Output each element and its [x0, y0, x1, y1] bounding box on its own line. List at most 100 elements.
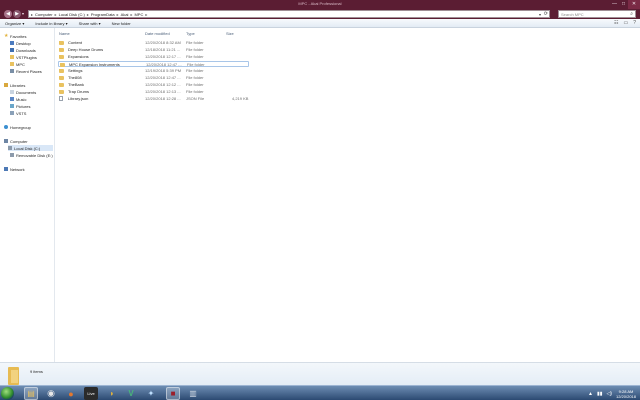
breadcrumb-separator-icon[interactable]: ▸ [55, 12, 57, 17]
folder-icon [10, 55, 14, 59]
file-date: 12/20/2018 12:47 ... [145, 75, 181, 80]
search-icon[interactable]: ⌕ [630, 11, 633, 17]
file-row[interactable]: Library.json 12/20/2018 12:28 ... JSON F… [58, 96, 249, 102]
address-dropdown-chevron-icon[interactable]: ▾ [539, 12, 541, 17]
command-bar: Organize ▾ Include in library ▾ Share wi… [0, 19, 640, 28]
libraries-icon [4, 83, 8, 87]
show-hidden-icons-icon[interactable]: ▲ [588, 391, 593, 397]
details-pane: 9 items [0, 362, 640, 385]
refresh-icon[interactable]: ⟳ [544, 11, 548, 17]
volume-icon[interactable]: ◁) [606, 391, 612, 397]
taskbar-app-firefox[interactable]: ● [64, 387, 78, 400]
folder-icon [59, 83, 64, 87]
breadcrumb-separator-icon[interactable]: ▸ [87, 12, 89, 17]
sidebar-section-favorites[interactable]: ★ Favorites [4, 33, 26, 39]
share-with-button[interactable]: Share with ▾ [79, 21, 101, 26]
taskbar-app-live[interactable]: Live [84, 387, 98, 400]
file-row[interactable]: Trap Drums 12/20/2018 12:13 ... File fol… [58, 89, 249, 95]
breadcrumb-akai[interactable]: Akai [121, 12, 129, 17]
folder-icon [60, 63, 65, 67]
taskbar-app-vs[interactable]: V [124, 387, 138, 400]
sidebar-section-homegroup[interactable]: Homegroup [4, 124, 31, 130]
file-type: JSON File [186, 96, 205, 101]
sidebar-section-network[interactable]: Network [4, 166, 25, 172]
file-row[interactable]: Settings 12/19/2018 5:39 PM File folder [58, 68, 249, 74]
folder-icon [10, 62, 14, 66]
breadcrumb-separator-icon[interactable]: ▸ [145, 12, 147, 17]
preview-pane-icon[interactable]: ▭ [623, 20, 628, 26]
breadcrumb-separator-icon[interactable]: ▸ [117, 12, 119, 17]
start-button[interactable] [1, 387, 14, 400]
search-box[interactable]: ⌕ [558, 10, 636, 18]
file-row[interactable]: The808 12/20/2018 12:47 ... File folder [58, 75, 249, 81]
network-icon[interactable]: ▮▮ [597, 391, 603, 397]
file-name: Library.json [68, 96, 89, 101]
organize-button[interactable]: Organize ▾ [5, 21, 24, 26]
sidebar-item-pictures[interactable]: Pictures [10, 103, 30, 109]
sidebar-item-local-disk[interactable]: Local Disk (C:) [8, 145, 53, 151]
column-header-name[interactable]: Name [59, 31, 70, 36]
window-controls: — □ ✕ [610, 0, 640, 9]
breadcrumb-separator-icon[interactable]: ▸ [130, 12, 132, 17]
sidebar-item-recent-places[interactable]: Recent Places [10, 68, 42, 74]
search-input[interactable] [559, 11, 627, 17]
back-button[interactable]: ◀ [4, 10, 12, 18]
file-row-selected[interactable]: MPC Expansion Instruments 12/20/2018 12:… [58, 61, 249, 67]
maximize-button[interactable]: □ [619, 0, 628, 9]
forward-button[interactable]: ▶ [13, 10, 21, 18]
column-header-size[interactable]: Size [226, 31, 234, 36]
sidebar-item-mpc[interactable]: MPC [10, 61, 25, 67]
chrome-icon: ◉ [47, 388, 55, 398]
sidebar-item-vsts[interactable]: VSTS [10, 110, 26, 116]
breadcrumb-separator-icon[interactable]: ▸ [31, 12, 33, 17]
breadcrumb-mpc[interactable]: MPC [134, 12, 143, 17]
file-name: The808 [68, 75, 82, 80]
title-bar: MPC - Akai Professional — □ ✕ [0, 0, 640, 9]
breadcrumb-programdata[interactable]: ProgramData [91, 12, 115, 17]
file-row[interactable]: TheBank 12/20/2018 12:12 ... File folder [58, 82, 249, 88]
sidebar-section-libraries[interactable]: Libraries [4, 82, 25, 88]
file-row[interactable]: Content 12/20/2018 8:32 AM File folder [58, 40, 249, 46]
file-row[interactable]: Deep House Drums 12/18/2018 11:21 ... Fi… [58, 47, 249, 53]
navigation-pane: ★ Favorites Desktop Downloads VSTPlugins… [0, 28, 55, 362]
item-count: 9 items [30, 369, 43, 374]
address-bar[interactable]: ▸ Computer ▸ Local Disk (C:) ▸ ProgramDa… [28, 10, 550, 18]
sidebar-item-removable-disk[interactable]: Removable Disk (E:) [10, 152, 53, 158]
sidebar-item-music[interactable]: Music [10, 96, 26, 102]
homegroup-icon [4, 125, 8, 129]
taskbar-app-recycle[interactable]: ▥ [186, 387, 200, 400]
sidebar-section-computer[interactable]: Computer [4, 138, 28, 144]
folder-icon [8, 367, 19, 385]
folder-icon [59, 76, 64, 80]
help-icon[interactable]: ? [633, 20, 636, 26]
file-row[interactable]: Expansions 12/20/2018 12:17 ... File fol… [58, 54, 249, 60]
taskbar-app-bluetooth[interactable]: ✦ [144, 387, 158, 400]
sidebar-item-downloads[interactable]: Downloads [10, 47, 36, 53]
column-header-type[interactable]: Type [186, 31, 195, 36]
file-type: File folder [186, 40, 204, 45]
taskbar-app-chrome[interactable]: ◉ [44, 387, 58, 400]
breadcrumb-local-disk[interactable]: Local Disk (C:) [59, 12, 85, 17]
minimize-button[interactable]: — [610, 0, 619, 9]
taskbar-app-explorer[interactable]: ▤ [24, 387, 38, 400]
close-button[interactable]: ✕ [628, 0, 640, 9]
change-view-icon[interactable]: ☷ [614, 20, 618, 26]
clock[interactable]: 9:28 AM 12/20/2018 [616, 389, 636, 399]
include-in-library-button[interactable]: Include in library ▾ [35, 21, 67, 26]
sidebar-item-documents[interactable]: Documents [10, 89, 36, 95]
media-player-icon: ◑ [108, 389, 114, 398]
recent-pages-chevron-icon[interactable]: ▾ [22, 11, 24, 16]
taskbar-app-mpc[interactable]: ■ [166, 387, 180, 400]
file-name: Settings [68, 68, 83, 73]
file-list: Name Date modified Type Size Content 12/… [55, 28, 640, 362]
sidebar-item-vstplugins[interactable]: VSTPlugins [10, 54, 37, 60]
breadcrumb-computer[interactable]: Computer [35, 12, 53, 17]
file-date: 12/20/2018 12:28 ... [145, 96, 181, 101]
view-controls: ☷ ▭ ? [614, 20, 636, 26]
new-folder-button[interactable]: New folder [112, 21, 131, 26]
file-date: 12/20/2018 12:13 ... [145, 89, 181, 94]
taskbar-app-media[interactable]: ◑ [104, 387, 118, 400]
sidebar-item-desktop[interactable]: Desktop [10, 40, 31, 46]
column-header-date[interactable]: Date modified [145, 31, 170, 36]
sidebar-item-label: Downloads [16, 47, 36, 53]
